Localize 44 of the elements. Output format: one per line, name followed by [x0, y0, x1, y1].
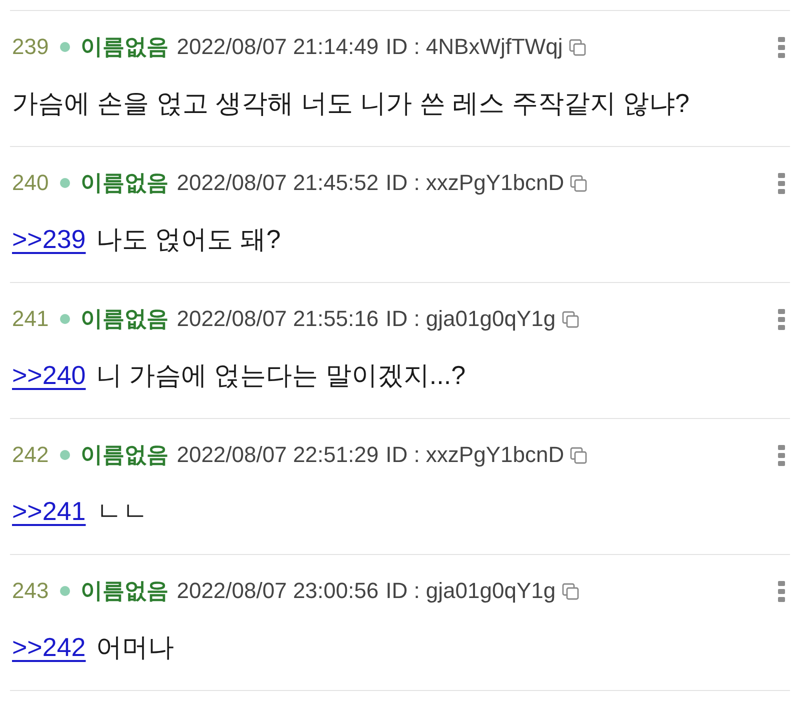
post-number: 239	[12, 33, 49, 61]
more-options-icon[interactable]	[778, 172, 785, 194]
copy-icon[interactable]	[562, 310, 579, 328]
post-datetime: 2022/08/07 21:45:52	[176, 169, 379, 197]
status-dot-icon	[60, 450, 70, 460]
post-datetime: 2022/08/07 22:51:29	[176, 441, 379, 469]
post-number: 243	[12, 577, 49, 605]
user-id: ID : gja01g0qY1g	[386, 577, 556, 605]
reply-link[interactable]: >>240	[12, 357, 86, 393]
post-body: 어머나	[96, 631, 174, 664]
post-body: 니 가슴에 얹는다는 말이겠지...?	[96, 359, 466, 392]
post-body: ㄴㄴ	[96, 495, 148, 528]
reply-link[interactable]: >>241	[12, 493, 86, 529]
user-id: ID : gja01g0qY1g	[386, 305, 556, 333]
reply-link[interactable]: >>242	[12, 629, 86, 665]
post-datetime: 2022/08/07 23:00:56	[176, 577, 379, 605]
copy-icon[interactable]	[570, 174, 588, 192]
more-options-icon[interactable]	[778, 444, 785, 466]
post-body: 나도 얹어도 돼?	[96, 223, 281, 256]
post-number: 241	[12, 305, 49, 333]
status-dot-icon	[60, 42, 70, 52]
post-number: 242	[12, 441, 49, 469]
post-number: 240	[12, 169, 49, 197]
copy-icon[interactable]	[570, 446, 588, 464]
author-name: 이름없음	[80, 441, 169, 469]
status-dot-icon	[60, 178, 70, 188]
more-options-icon[interactable]	[778, 580, 785, 602]
post-datetime: 2022/08/07 21:14:49	[176, 33, 379, 61]
author-name: 이름없음	[80, 577, 169, 605]
user-id: ID : 4NBxWjfTWqj	[386, 33, 563, 61]
post-body: 가슴에 손을 얹고 생각해 너도 니가 쓴 레스 주작같지 않냐?	[12, 87, 690, 120]
post-datetime: 2022/08/07 21:55:16	[176, 305, 379, 333]
more-options-icon[interactable]	[778, 308, 785, 330]
author-name: 이름없음	[80, 305, 169, 333]
user-id: ID : xxzPgY1bcnD	[386, 169, 564, 197]
status-dot-icon	[60, 586, 70, 596]
user-id: ID : xxzPgY1bcnD	[386, 441, 564, 469]
reply-link[interactable]: >>239	[12, 221, 86, 257]
author-name: 이름없음	[80, 169, 169, 197]
author-name: 이름없음	[80, 33, 169, 61]
status-dot-icon	[60, 314, 70, 324]
copy-icon[interactable]	[562, 582, 579, 600]
copy-icon[interactable]	[568, 38, 586, 56]
more-options-icon[interactable]	[778, 36, 785, 58]
